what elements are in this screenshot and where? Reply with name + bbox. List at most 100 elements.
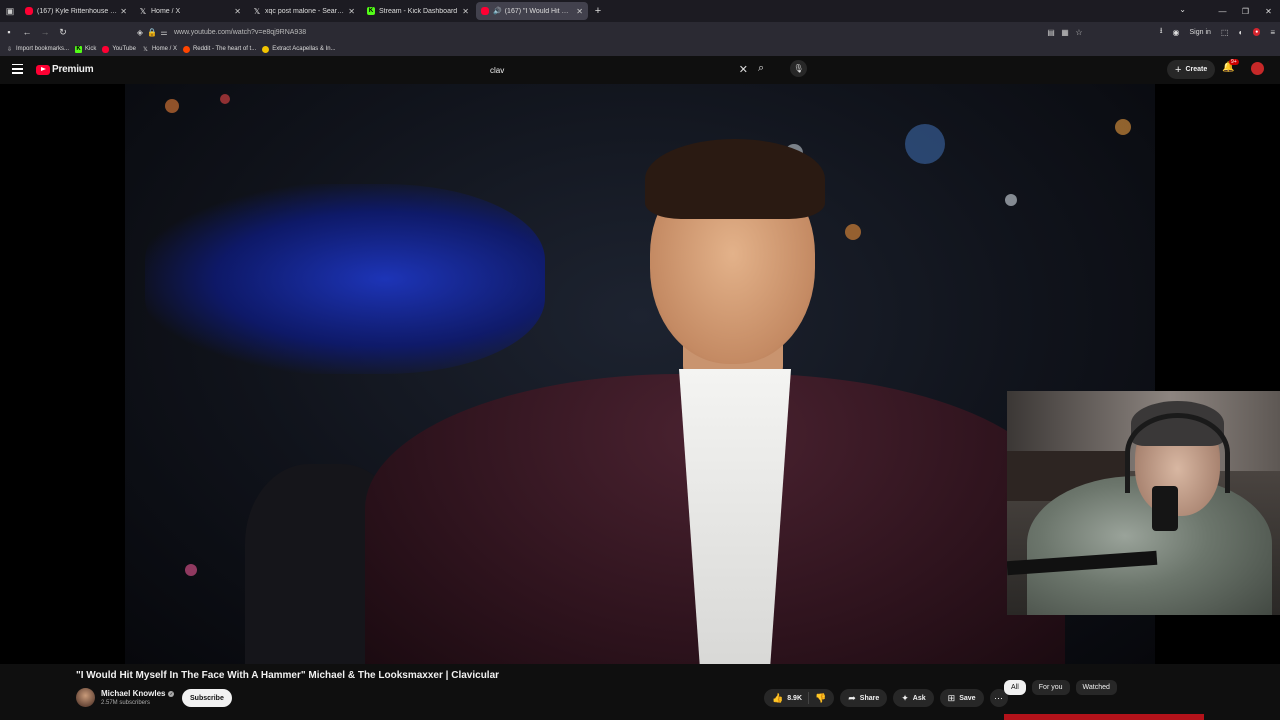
chip-watched[interactable]: Watched <box>1075 680 1117 695</box>
bookmark-youtube[interactable]: YouTube <box>102 45 136 53</box>
close-icon[interactable]: ✕ <box>462 7 469 16</box>
share-button[interactable]: ➦ Share <box>840 689 888 707</box>
plus-icon: + <box>1175 63 1182 76</box>
youtube-icon <box>481 7 489 15</box>
account-icon[interactable]: ◉ <box>1173 28 1180 37</box>
chip-all[interactable]: All <box>1004 680 1026 695</box>
bokeh-light <box>165 99 179 113</box>
new-tab-button[interactable]: + <box>590 5 606 17</box>
video-title: "I Would Hit Myself In The Face With A H… <box>76 670 500 681</box>
avatar[interactable] <box>1251 62 1264 75</box>
bookmark-label: YouTube <box>112 46 136 52</box>
share-icon: ➦ <box>848 692 856 703</box>
tab-title: Stream - Kick Dashboard <box>379 7 458 15</box>
bookmark-import[interactable]: ⇩ Import bookmarks... <box>6 46 69 53</box>
sidebar-toggle-icon[interactable]: ▣ <box>0 0 20 22</box>
like-count: 8.9K <box>787 694 803 702</box>
bokeh-light <box>185 564 197 576</box>
url-bar[interactable]: ◈ 🔒 ⚌ www.youtube.com/watch?v=e8qj9RNA93… <box>134 24 1086 40</box>
bookmark-star-icon[interactable]: ☆ <box>1072 28 1086 37</box>
sidebar-icon[interactable]: ▪ <box>0 27 18 37</box>
youtube-premium-logo[interactable]: Premium <box>36 64 94 75</box>
sign-in-label[interactable]: Sign in <box>1189 29 1210 36</box>
kick-icon: K <box>75 45 83 53</box>
ask-button[interactable]: ✦ Ask <box>893 689 934 707</box>
channel-name-text[interactable]: Michael Knowles <box>101 689 165 698</box>
bookmark-reddit[interactable]: Reddit - The heart of t... <box>182 45 256 53</box>
subscriber-count: 2.57M subscribers <box>101 700 151 706</box>
kick-icon: K <box>367 7 375 15</box>
smiley-icon <box>262 45 270 53</box>
tab-0[interactable]: (167) Kyle Rittenhouse TRASHE ✕ <box>20 2 132 20</box>
close-icon[interactable]: ✕ <box>234 7 241 16</box>
tab-1[interactable]: 𝕏 Home / X ✕ <box>134 2 246 20</box>
permissions-icon[interactable]: ⚌ <box>158 28 170 37</box>
shield-icon[interactable]: ◈ <box>134 28 146 37</box>
video-player[interactable] <box>0 84 1280 664</box>
minimize-icon[interactable]: — <box>1211 7 1234 16</box>
ask-label: Ask <box>912 694 926 702</box>
url-text[interactable]: www.youtube.com/watch?v=e8qj9RNA938 <box>174 29 306 36</box>
bookmark-x[interactable]: 𝕏 Home / X <box>142 46 177 53</box>
recommended-thumbnail[interactable] <box>1004 714 1204 720</box>
bookmark-icon: ⊞ <box>947 692 956 703</box>
extension-icon[interactable]: ⬚ <box>1221 28 1229 37</box>
channel-name[interactable]: Michael Knowles ✓ <box>101 689 175 698</box>
translate-icon[interactable]: ▤ <box>1044 28 1058 37</box>
youtube-header: Premium clav ✕ ⌕ 🎙 + Create 🔔 9+ <box>0 56 1280 84</box>
restore-icon[interactable]: ❐ <box>1234 7 1257 16</box>
close-icon[interactable]: ✕ <box>120 7 127 16</box>
bookmark-acapellas[interactable]: Extract Acapellas & In... <box>262 45 336 53</box>
list-all-tabs-icon[interactable]: ⌄ <box>1179 5 1186 14</box>
tab-3[interactable]: K Stream - Kick Dashboard ✕ <box>362 2 474 20</box>
reader-view-icon[interactable]: ▦ <box>1058 28 1072 37</box>
sparkle-icon: ✦ <box>901 692 909 703</box>
browser-tab-bar: ▣ (167) Kyle Rittenhouse TRASHE ✕ 𝕏 Home… <box>0 0 1280 22</box>
bokeh-light <box>1115 119 1131 135</box>
headphones-icon <box>1125 413 1230 493</box>
close-icon[interactable]: ✕ <box>576 7 583 16</box>
download-icon[interactable]: ⭳ <box>1160 25 1163 39</box>
chip-for-you[interactable]: For you <box>1031 680 1070 695</box>
navigation-bar: ▪ ← → ↻ ◈ 🔒 ⚌ www.youtube.com/watch?v=e8… <box>0 22 1280 42</box>
share-label: Share <box>859 694 880 702</box>
audio-extension-icon[interactable]: ◐ <box>1238 28 1243 37</box>
thumbs-down-icon: 👎 <box>815 692 827 703</box>
close-icon[interactable]: ✕ <box>348 7 355 16</box>
tab-2[interactable]: 𝕏 xqc post malone - Search / X ✕ <box>248 2 360 20</box>
subscribe-button[interactable]: Subscribe <box>182 689 232 707</box>
hamburger-menu-icon[interactable] <box>12 64 23 74</box>
microphone-icon[interactable]: 🎙 <box>790 60 807 77</box>
video-frame[interactable] <box>125 84 1155 664</box>
back-icon[interactable]: ← <box>18 27 36 37</box>
like-button[interactable]: 👍 8.9K <box>764 692 810 704</box>
x-icon: 𝕏 <box>253 6 261 16</box>
search-input[interactable]: clav ✕ <box>480 61 752 79</box>
x-icon: 𝕏 <box>143 46 148 53</box>
tab-4-active[interactable]: 🔊 (167) "I Would Hit Myself I ✕ <box>476 2 588 20</box>
dislike-button[interactable]: 👎 <box>809 693 834 704</box>
clear-search-icon[interactable]: ✕ <box>739 63 748 76</box>
channel-avatar[interactable] <box>76 688 95 707</box>
tab-title: Home / X <box>151 7 181 15</box>
speaker-icon[interactable]: 🔊 <box>493 7 502 15</box>
bookmark-kick[interactable]: K Kick <box>75 45 96 53</box>
microphone <box>1152 486 1178 531</box>
reload-icon[interactable]: ↻ <box>54 27 72 38</box>
save-button[interactable]: ⊞ Save <box>939 689 984 707</box>
save-label: Save <box>959 694 976 702</box>
speaker-figure <box>365 124 1155 664</box>
create-button[interactable]: + Create <box>1167 60 1216 79</box>
search-icon[interactable]: ⌕ <box>758 62 764 75</box>
lock-icon[interactable]: 🔒 <box>146 28 158 37</box>
close-window-icon[interactable]: ✕ <box>1257 7 1280 16</box>
tab-title: (167) Kyle Rittenhouse TRASHE <box>37 7 117 15</box>
forward-icon[interactable]: → <box>36 27 54 37</box>
brand-label: Premium <box>52 64 94 75</box>
search-value[interactable]: clav <box>490 66 504 75</box>
reddit-icon <box>182 45 190 53</box>
menu-icon[interactable]: ≡ <box>1270 28 1275 37</box>
red-extension-icon[interactable]: ● <box>1253 28 1261 36</box>
thumbs-up-icon: 👍 <box>772 692 784 703</box>
notifications-bell-icon[interactable]: 🔔 9+ <box>1222 59 1239 73</box>
